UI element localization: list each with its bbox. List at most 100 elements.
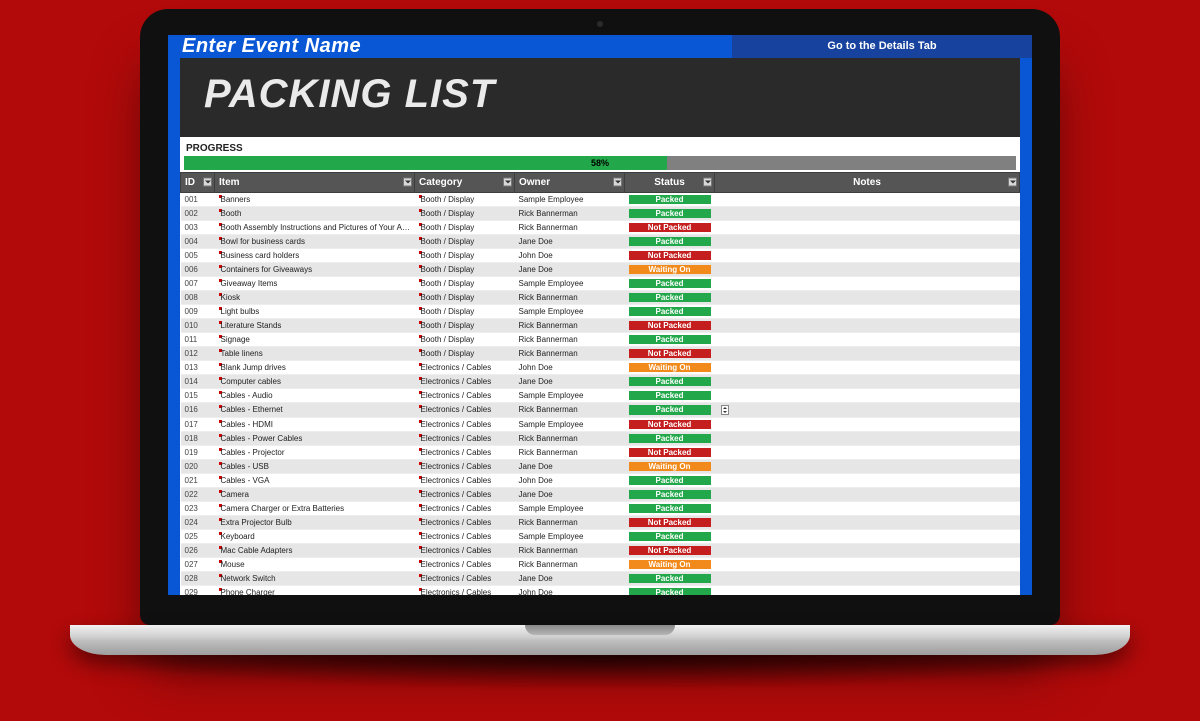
cell-id[interactable]: 003 <box>181 220 215 234</box>
cell-category[interactable]: Electronics / Cables <box>415 417 515 431</box>
cell-item[interactable]: Light bulbs <box>215 304 415 318</box>
status-badge[interactable]: Packed <box>629 574 711 583</box>
status-badge[interactable]: Waiting On <box>629 363 711 372</box>
cell-notes[interactable] <box>715 206 1020 220</box>
status-badge[interactable]: Not Packed <box>629 448 711 457</box>
cell-item[interactable]: Cables - Projector <box>215 445 415 459</box>
col-header-notes[interactable]: Notes <box>715 172 1020 192</box>
cell-item[interactable]: Booth <box>215 206 415 220</box>
cell-id[interactable]: 021 <box>181 473 215 487</box>
status-badge[interactable]: Packed <box>629 391 711 400</box>
filter-icon[interactable] <box>1008 178 1017 187</box>
cell-category[interactable]: Booth / Display <box>415 262 515 276</box>
cell-id[interactable]: 028 <box>181 571 215 585</box>
status-badge[interactable]: Not Packed <box>629 420 711 429</box>
cell-category[interactable]: Electronics / Cables <box>415 360 515 374</box>
cell-id[interactable]: 009 <box>181 304 215 318</box>
cell-owner[interactable]: Jane Doe <box>515 487 625 501</box>
status-badge[interactable]: Packed <box>629 434 711 443</box>
cell-category[interactable]: Booth / Display <box>415 276 515 290</box>
cell-category[interactable]: Electronics / Cables <box>415 571 515 585</box>
cell-item[interactable]: Banners <box>215 192 415 206</box>
cell-status[interactable]: Not Packed <box>625 445 715 459</box>
cell-status[interactable]: Packed <box>625 192 715 206</box>
cell-item[interactable]: Camera <box>215 487 415 501</box>
table-row[interactable]: 002BoothBooth / DisplayRick BannermanPac… <box>181 206 1020 220</box>
cell-notes[interactable] <box>715 290 1020 304</box>
filter-icon[interactable] <box>613 178 622 187</box>
cell-status[interactable]: Packed <box>625 585 715 595</box>
cell-id[interactable]: 025 <box>181 529 215 543</box>
cell-owner[interactable]: Jane Doe <box>515 459 625 473</box>
cell-notes[interactable] <box>715 571 1020 585</box>
cell-category[interactable]: Electronics / Cables <box>415 529 515 543</box>
cell-item[interactable]: Mac Cable Adapters <box>215 543 415 557</box>
status-badge[interactable]: Packed <box>629 335 711 344</box>
status-badge[interactable]: Not Packed <box>629 321 711 330</box>
cell-notes[interactable] <box>715 487 1020 501</box>
cell-category[interactable]: Electronics / Cables <box>415 431 515 445</box>
cell-category[interactable]: Electronics / Cables <box>415 374 515 388</box>
cell-status[interactable]: Packed <box>625 304 715 318</box>
table-row[interactable]: 003Booth Assembly Instructions and Pictu… <box>181 220 1020 234</box>
cell-item[interactable]: Cables - HDMI <box>215 417 415 431</box>
cell-category[interactable]: Booth / Display <box>415 192 515 206</box>
cell-owner[interactable]: Rick Bannerman <box>515 346 625 360</box>
cell-id[interactable]: 013 <box>181 360 215 374</box>
filter-icon[interactable] <box>503 178 512 187</box>
table-row[interactable]: 020Cables - USBElectronics / CablesJane … <box>181 459 1020 473</box>
cell-owner[interactable]: Rick Bannerman <box>515 290 625 304</box>
cell-notes[interactable] <box>715 262 1020 276</box>
cell-status[interactable]: Packed <box>625 431 715 445</box>
cell-notes[interactable] <box>715 501 1020 515</box>
status-badge[interactable]: Waiting On <box>629 560 711 569</box>
cell-id[interactable]: 015 <box>181 388 215 402</box>
table-row[interactable]: 028Network SwitchElectronics / CablesJan… <box>181 571 1020 585</box>
table-row[interactable]: 008KioskBooth / DisplayRick BannermanPac… <box>181 290 1020 304</box>
col-header-owner[interactable]: Owner <box>515 172 625 192</box>
cell-category[interactable]: Electronics / Cables <box>415 388 515 402</box>
cell-notes[interactable] <box>715 332 1020 346</box>
status-badge[interactable]: Packed <box>629 504 711 513</box>
cell-id[interactable]: 024 <box>181 515 215 529</box>
cell-owner[interactable]: Sample Employee <box>515 501 625 515</box>
table-row[interactable]: 026Mac Cable AdaptersElectronics / Cable… <box>181 543 1020 557</box>
cell-id[interactable]: 002 <box>181 206 215 220</box>
cell-category[interactable]: Electronics / Cables <box>415 515 515 529</box>
cell-category[interactable]: Electronics / Cables <box>415 445 515 459</box>
table-row[interactable]: 015Cables - AudioElectronics / CablesSam… <box>181 388 1020 402</box>
table-row[interactable]: 021Cables - VGAElectronics / CablesJohn … <box>181 473 1020 487</box>
status-badge[interactable]: Not Packed <box>629 518 711 527</box>
cell-notes[interactable] <box>715 557 1020 571</box>
table-row[interactable]: 006Containers for GiveawaysBooth / Displ… <box>181 262 1020 276</box>
cell-notes[interactable] <box>715 459 1020 473</box>
cell-item[interactable]: Business card holders <box>215 248 415 262</box>
cell-owner[interactable]: Rick Bannerman <box>515 402 625 417</box>
table-row[interactable]: 022CameraElectronics / CablesJane DoePac… <box>181 487 1020 501</box>
col-header-item[interactable]: Item <box>215 172 415 192</box>
cell-item[interactable]: Containers for Giveaways <box>215 262 415 276</box>
cell-owner[interactable]: Rick Bannerman <box>515 445 625 459</box>
col-header-id[interactable]: ID <box>181 172 215 192</box>
cell-status[interactable]: Not Packed <box>625 515 715 529</box>
cell-id[interactable]: 016 <box>181 402 215 417</box>
cell-category[interactable]: Booth / Display <box>415 248 515 262</box>
cell-notes[interactable] <box>715 360 1020 374</box>
cell-notes[interactable] <box>715 402 1020 417</box>
cell-id[interactable]: 008 <box>181 290 215 304</box>
cell-category[interactable]: Electronics / Cables <box>415 487 515 501</box>
cell-owner[interactable]: Jane Doe <box>515 571 625 585</box>
cell-item[interactable]: Kiosk <box>215 290 415 304</box>
status-badge[interactable]: Packed <box>629 588 711 595</box>
cell-item[interactable]: Cables - VGA <box>215 473 415 487</box>
table-row[interactable]: 001BannersBooth / DisplaySample Employee… <box>181 192 1020 206</box>
cell-notes[interactable] <box>715 529 1020 543</box>
cell-notes[interactable] <box>715 515 1020 529</box>
stepper-icon[interactable] <box>721 405 729 415</box>
cell-item[interactable]: Blank Jump drives <box>215 360 415 374</box>
cell-status[interactable]: Packed <box>625 276 715 290</box>
table-row[interactable]: 023Camera Charger or Extra BatteriesElec… <box>181 501 1020 515</box>
cell-item[interactable]: Giveaway Items <box>215 276 415 290</box>
cell-id[interactable]: 004 <box>181 234 215 248</box>
cell-id[interactable]: 011 <box>181 332 215 346</box>
